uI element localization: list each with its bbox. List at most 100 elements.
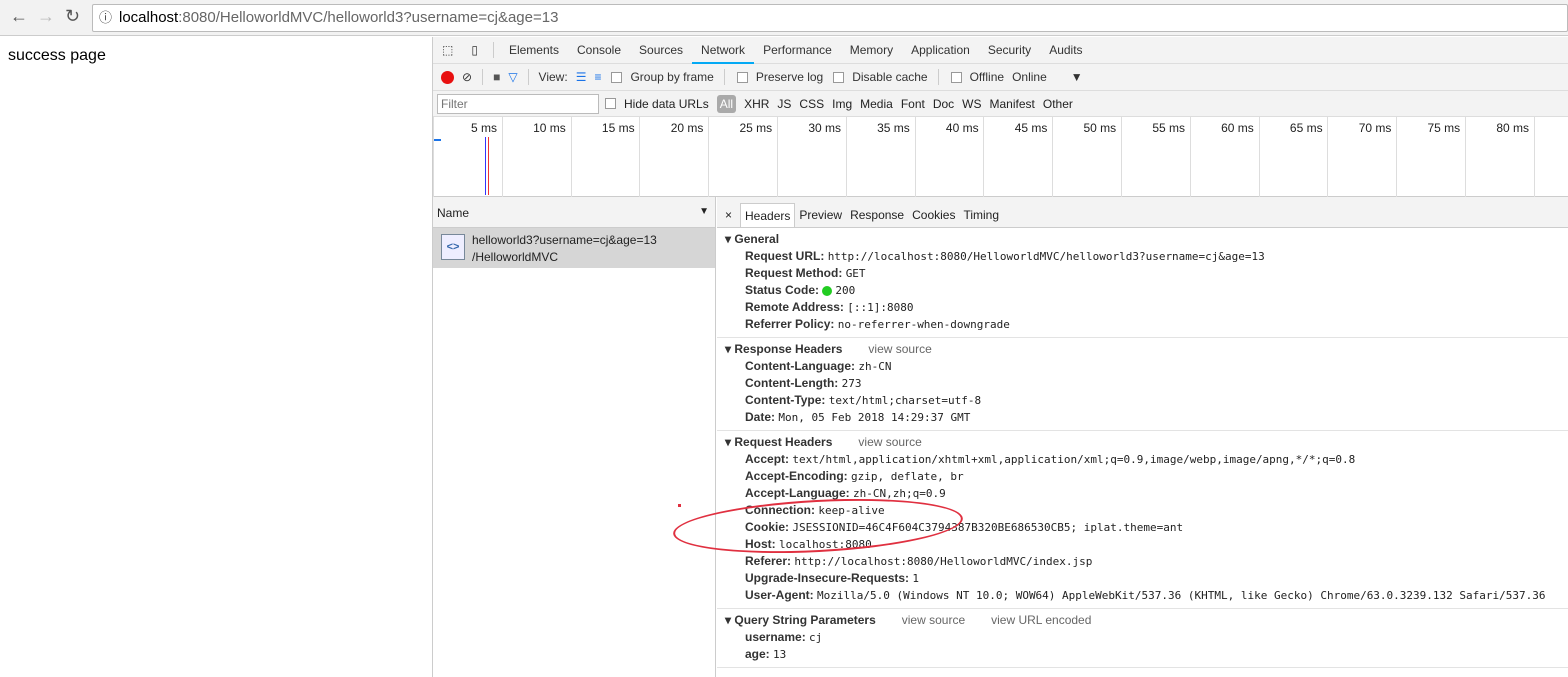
tick-label: 30 ms — [808, 121, 841, 135]
filter-doc[interactable]: Doc — [933, 97, 954, 111]
tick-label: 20 ms — [670, 121, 704, 135]
tab-console[interactable]: Console — [568, 37, 630, 64]
filter-input[interactable] — [437, 93, 599, 114]
tick-label: 80 ms — [1496, 121, 1529, 135]
back-icon[interactable]: ← — [10, 6, 28, 27]
header-row: Upgrade-Insecure-Requests: 1 — [725, 570, 1568, 587]
timeline-tick: 5 ms — [433, 117, 501, 197]
header-key: Accept-Language: — [745, 486, 850, 500]
filter-img[interactable]: Img — [832, 97, 852, 111]
device-toolbar-icon[interactable]: ▯ — [462, 37, 487, 64]
tick-label: 70 ms — [1358, 121, 1392, 135]
timeline-tick: 75 ms — [1396, 117, 1464, 197]
header-row: Date: Mon, 05 Feb 2018 14:29:37 GMT — [725, 409, 1568, 426]
clear-icon[interactable]: ⊘ — [462, 70, 472, 84]
filter-icon[interactable]: ▽ — [508, 70, 517, 84]
filter-css[interactable]: CSS — [799, 97, 824, 111]
tab-cookies[interactable]: Cookies — [908, 203, 959, 227]
filter-ws[interactable]: WS — [962, 97, 981, 111]
view-label: View: — [538, 70, 568, 84]
filter-js[interactable]: JS — [777, 97, 791, 111]
tab-performance[interactable]: Performance — [754, 37, 841, 64]
reload-icon[interactable]: ↻ — [65, 6, 80, 27]
view-source-link[interactable]: view source — [858, 435, 921, 449]
section-title[interactable]: ▾ Query String Parameters view source view… — [725, 612, 1568, 629]
section-title[interactable]: ▾ Response Headers view source — [725, 341, 1568, 358]
large-rows-icon[interactable]: ☰ — [576, 70, 587, 84]
header-key: Request Method: — [745, 266, 843, 280]
address-bar-area: ← → ↻ ⓘ localhost:8080/HelloworldMVC/hel… — [0, 0, 1568, 36]
document-icon: <> — [441, 234, 465, 260]
tab-network[interactable]: Network — [692, 37, 755, 64]
devtools-panel: ⬚ ▯ Elements Console Sources Network Per… — [432, 37, 1568, 677]
header-value: cj — [809, 631, 823, 644]
throttle-select[interactable]: Online — [1012, 70, 1047, 84]
tab-application[interactable]: Application — [902, 37, 979, 64]
preserve-log-checkbox[interactable] — [736, 71, 748, 83]
tab-memory[interactable]: Memory — [841, 37, 902, 64]
close-icon[interactable]: × — [721, 203, 736, 227]
tab-sources[interactable]: Sources — [630, 37, 692, 64]
filter-manifest[interactable]: Manifest — [990, 97, 1035, 111]
header-row: Content-Type: text/html;charset=utf-8 — [725, 392, 1568, 409]
tab-response[interactable]: Response — [846, 203, 908, 227]
filter-xhr[interactable]: XHR — [744, 97, 769, 111]
sort-icon[interactable]: ▼ — [699, 206, 709, 217]
header-key: Request URL: — [745, 249, 825, 263]
view-source-link[interactable]: view source — [868, 342, 931, 356]
request-list: Name ▼ <> helloworld3?username=cj&age=13 … — [433, 197, 716, 677]
tick-label: 40 ms — [945, 121, 979, 135]
view-source-link[interactable]: view source — [902, 613, 965, 627]
tab-preview[interactable]: Preview — [795, 203, 846, 227]
detail-tabs: × Headers Preview Response Cookies Timin… — [717, 197, 1568, 228]
filter-media[interactable]: Media — [860, 97, 893, 111]
view-url-encoded-link[interactable]: view URL encoded — [991, 613, 1091, 627]
inspect-icon[interactable]: ⬚ — [433, 37, 462, 64]
disable-cache-checkbox[interactable] — [833, 71, 845, 83]
filter-font[interactable]: Font — [901, 97, 925, 111]
tick-label: 65 ms — [1289, 121, 1323, 135]
tab-audits[interactable]: Audits — [1040, 37, 1091, 64]
group-by-frame-label: Group by frame — [630, 70, 714, 84]
group-by-frame-checkbox[interactable] — [611, 71, 623, 83]
header-key: User-Agent: — [745, 588, 814, 602]
filter-other[interactable]: Other — [1043, 97, 1073, 111]
offline-checkbox[interactable] — [950, 71, 962, 83]
request-row[interactable]: <> helloworld3?username=cj&age=13 /Hello… — [433, 228, 715, 268]
header-key: Referrer Policy: — [745, 317, 835, 331]
tab-headers[interactable]: Headers — [740, 203, 796, 227]
request-name: helloworld3?username=cj&age=13 — [472, 233, 657, 247]
chevron-down-icon[interactable]: ▼ — [1071, 70, 1083, 84]
hide-data-urls-checkbox[interactable] — [605, 98, 616, 109]
header-key: Accept-Encoding: — [745, 469, 848, 483]
capture-screenshots-icon[interactable]: ■ — [493, 70, 500, 84]
section-query: ▾ Query String Parameters view source view… — [717, 609, 1568, 668]
name-header-label: Name — [437, 206, 470, 220]
header-row: Accept: text/html,application/xhtml+xml,… — [725, 451, 1568, 468]
url-input[interactable]: ⓘ localhost:8080/HelloworldMVC/helloworl… — [92, 4, 1568, 32]
name-column-header[interactable]: Name ▼ — [433, 197, 715, 228]
header-value: 1 — [912, 572, 920, 585]
section-title[interactable]: ▾ Request Headers view source — [725, 434, 1568, 451]
section-title-text: General — [734, 232, 780, 246]
info-icon[interactable]: ⓘ — [99, 5, 112, 31]
header-row: Accept-Encoding: gzip, deflate, br — [725, 468, 1568, 485]
tab-timing[interactable]: Timing — [959, 203, 1003, 227]
header-key: Date: — [745, 410, 776, 424]
filter-all[interactable]: All — [716, 94, 737, 113]
timeline-tick: 8 — [1533, 117, 1568, 197]
hide-data-urls-label: Hide data URLs — [624, 96, 709, 111]
timeline-tick: 45 ms — [983, 117, 1051, 197]
header-row: Request Method: GET — [725, 265, 1568, 282]
record-icon[interactable] — [441, 70, 454, 84]
tab-security[interactable]: Security — [979, 37, 1040, 64]
timeline-tick: 30 ms — [777, 117, 845, 197]
waterfall-icon[interactable]: ≡ — [594, 70, 601, 84]
section-title-text: Request Headers — [734, 435, 833, 449]
header-value: gzip, deflate, br — [851, 470, 964, 483]
tab-elements[interactable]: Elements — [500, 37, 568, 64]
section-title[interactable]: ▾ General — [725, 231, 1568, 248]
forward-icon[interactable]: → — [37, 6, 55, 27]
timeline-overview[interactable]: 5 ms 10 ms 15 ms 20 ms 25 ms 30 ms 35 ms 40 ms 4… — [433, 117, 1568, 197]
url-host: localhost — [119, 9, 179, 26]
